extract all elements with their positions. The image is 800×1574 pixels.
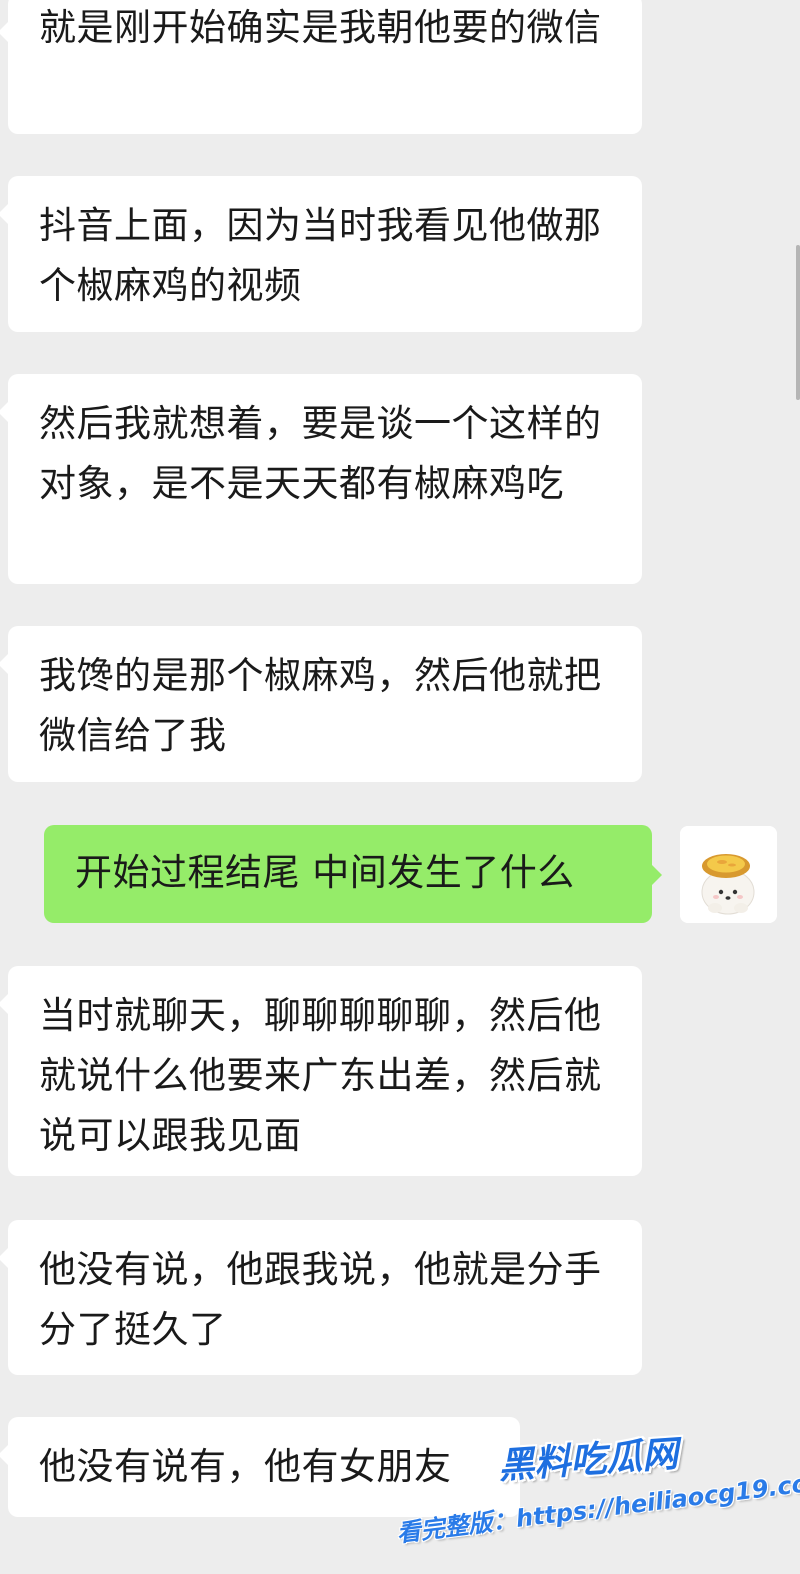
message-bubble-incoming[interactable]: 抖音上面，因为当时我看见他做那个椒麻鸡的视频: [0, 176, 642, 332]
message-text: 我馋的是那个椒麻鸡，然后他就把微信给了我: [39, 654, 602, 757]
message-bubble-incoming[interactable]: 他没有说有，他有女朋友: [0, 1417, 520, 1517]
message-text: 就是刚开始确实是我朝他要的微信: [39, 6, 602, 49]
message-bubble-incoming[interactable]: 就是刚开始确实是我朝他要的微信: [0, 0, 642, 134]
message-text: 当时就聊天，聊聊聊聊聊，然后他就说什么他要来广东出差，然后就说可以跟我见面: [39, 994, 602, 1157]
message-text: 然后我就想着，要是谈一个这样的对象，是不是天天都有椒麻鸡吃: [39, 402, 602, 505]
avatar[interactable]: [680, 826, 777, 923]
message-bubble-outgoing[interactable]: 开始过程结尾 中间发生了什么: [44, 825, 662, 923]
message-bubble-incoming[interactable]: 然后我就想着，要是谈一个这样的对象，是不是天天都有椒麻鸡吃: [0, 374, 642, 584]
scrollbar[interactable]: [796, 245, 800, 400]
message-text: 他没有说，他跟我说，他就是分手分了挺久了: [39, 1248, 602, 1351]
message-text: 抖音上面，因为当时我看见他做那个椒麻鸡的视频: [39, 204, 602, 307]
watermark-title: 黑料吃瓜网: [497, 1433, 680, 1488]
message-text: 他没有说有，他有女朋友: [39, 1445, 452, 1488]
message-bubble-incoming[interactable]: 他没有说，他跟我说，他就是分手分了挺久了: [0, 1220, 642, 1375]
message-bubble-incoming[interactable]: 当时就聊天，聊聊聊聊聊，然后他就说什么他要来广东出差，然后就说可以跟我见面: [0, 966, 642, 1176]
egg-tart-dog-icon: [680, 826, 777, 923]
message-text: 开始过程结尾 中间发生了什么: [75, 851, 575, 894]
chat-view: 就是刚开始确实是我朝他要的微信 抖音上面，因为当时我看见他做那个椒麻鸡的视频 然…: [0, 0, 800, 1574]
message-bubble-incoming[interactable]: 我馋的是那个椒麻鸡，然后他就把微信给了我: [0, 626, 642, 782]
